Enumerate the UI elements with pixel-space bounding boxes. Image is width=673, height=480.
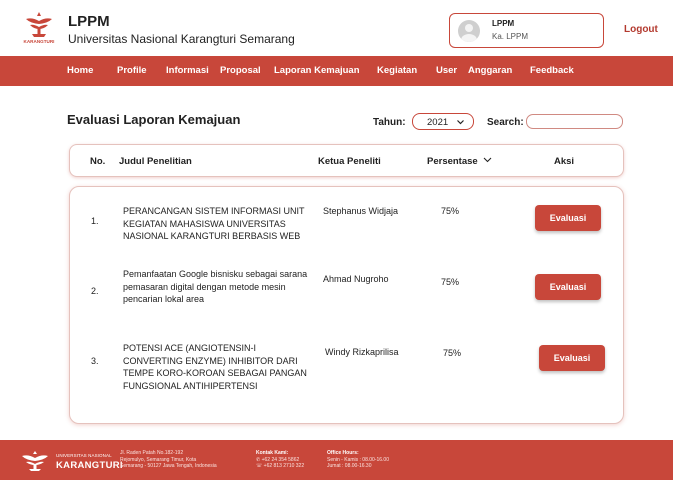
footer-university-name: KARANGTURI [56, 460, 123, 471]
nav-item-home[interactable]: Home [67, 65, 93, 76]
column-header-persentase-label: Persentase [427, 156, 478, 168]
lead-researcher: Windy Rizkaprilisa [325, 347, 399, 357]
table-header: No. Judul Penelitian Ketua Peneliti Pers… [69, 144, 624, 177]
research-title: Pemanfaatan Google bisnisku sebagai sara… [123, 269, 308, 304]
nav-item-profile[interactable]: Profile [117, 65, 147, 76]
evaluasi-button[interactable]: Evaluasi [539, 345, 605, 371]
year-select-value: 2021 [427, 117, 449, 128]
avatar [458, 20, 480, 42]
row-number: 3. [91, 356, 99, 366]
nav-item-kegiatan[interactable]: Kegiatan [377, 65, 417, 76]
table-body: 1. PERANCANGAN SISTEM INFORMASI UNIT KEG… [69, 186, 624, 424]
address-line: Semarang - 50127 Jawa Tengah, Indonesia [120, 463, 217, 469]
progress-percentage: 75% [441, 277, 460, 287]
logout-link[interactable]: Logout [624, 24, 658, 35]
nav-item-anggaran[interactable]: Anggaran [468, 65, 512, 76]
app-title: LPPM [68, 13, 110, 30]
footer-address: Jl. Raden Patah No.182-192 Rejomulyo, Se… [120, 450, 217, 470]
user-role: Ka. LPPM [492, 32, 529, 41]
row-number: 1. [91, 216, 99, 226]
chevron-down-icon [483, 156, 492, 167]
header: KARANGTURI LPPM Universitas Nasional Kar… [0, 0, 673, 55]
user-name: LPPM [492, 19, 515, 28]
column-header-aksi: Aksi [554, 156, 575, 167]
footer-contact: Kontak Kami: ✆ +62 24 354 5862 ☏ +62 813… [256, 450, 304, 470]
user-profile-card[interactable]: LPPM Ka. LPPM [449, 13, 604, 48]
table-row: 2. Pemanfaatan Google bisnisku sebagai s… [70, 269, 625, 341]
column-header-persentase[interactable]: Persentase [427, 156, 492, 167]
evaluasi-button[interactable]: Evaluasi [535, 274, 601, 300]
nav-item-proposal[interactable]: Proposal [220, 65, 261, 76]
chevron-down-icon [456, 115, 465, 132]
nav-item-user[interactable]: User [436, 65, 457, 76]
search-input[interactable] [526, 114, 623, 129]
nav-item-feedback[interactable]: Feedback [530, 65, 574, 76]
footer: UNIVERSITAS NASIONAL KARANGTURI Jl. Rade… [0, 440, 673, 480]
row-number: 2. [91, 286, 99, 296]
table-row: 3. POTENSI ACE (ANGIOTENSIN-I CONVERTING… [70, 341, 625, 411]
column-header-judul: Judul Penelitian [119, 156, 192, 167]
column-header-no: No. [90, 156, 106, 167]
footer-university-label: UNIVERSITAS NASIONAL [56, 453, 112, 458]
table-row: 1. PERANCANGAN SISTEM INFORMASI UNIT KEG… [70, 201, 625, 271]
logo-wordmark: KARANGTURI [24, 39, 55, 44]
year-label: Tahun: [373, 117, 406, 128]
office-hours-line: Jumat : 08.00-16.30 [327, 463, 372, 469]
nav-item-laporan-kemajuan[interactable]: Laporan Kemajuan [274, 65, 360, 76]
contact-whatsapp[interactable]: ☏ +62 813 2710 322 [256, 463, 304, 470]
main-nav: Home Profile Informasi Proposal Laporan … [0, 56, 673, 86]
search-label: Search: [487, 117, 524, 128]
nav-item-informasi[interactable]: Informasi [166, 65, 209, 76]
column-header-ketua: Ketua Peneliti [318, 156, 381, 167]
footer-office-hours: Office Hours: Senin - Kamis : 08.00-16.0… [327, 450, 389, 470]
footer-logo[interactable] [20, 450, 50, 472]
university-logo[interactable]: KARANGTURI [22, 10, 56, 46]
app-subtitle: Universitas Nasional Karangturi Semarang [68, 32, 295, 46]
year-select[interactable]: 2021 [412, 113, 474, 130]
research-title: POTENSI ACE (ANGIOTENSIN-I CONVERTING EN… [123, 343, 307, 391]
whatsapp-icon: ☏ [256, 463, 264, 469]
lead-researcher: Stephanus Widjaja [323, 206, 399, 216]
evaluasi-button[interactable]: Evaluasi [535, 205, 601, 231]
progress-percentage: 75% [441, 206, 460, 216]
progress-percentage: 75% [443, 348, 462, 358]
lead-researcher: Ahmad Nugroho [323, 274, 389, 284]
page-title: Evaluasi Laporan Kemajuan [67, 112, 241, 127]
research-title: PERANCANGAN SISTEM INFORMASI UNIT KEGIAT… [123, 206, 305, 241]
